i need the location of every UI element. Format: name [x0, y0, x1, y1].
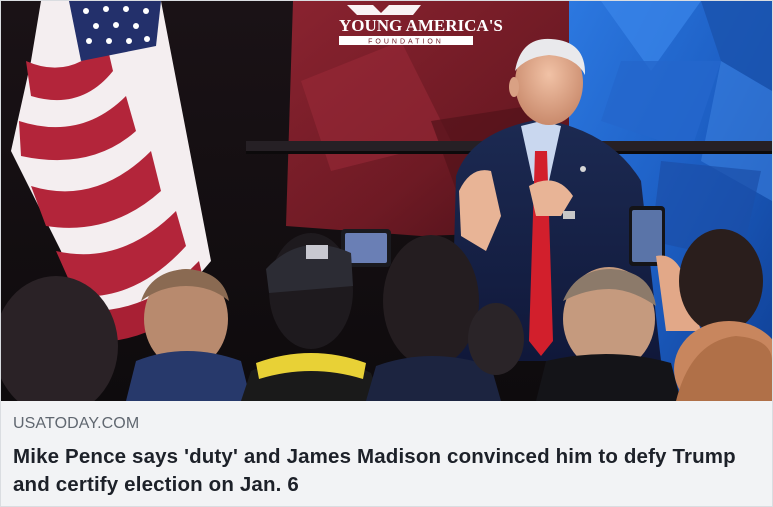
- article-headline[interactable]: Mike Pence says 'duty' and James Madison…: [13, 443, 760, 499]
- article-photo[interactable]: YOUNG AMERICA'S FOUNDATION: [1, 1, 772, 401]
- link-caption[interactable]: USATODAY.COM Mike Pence says 'duty' and …: [1, 401, 772, 506]
- link-preview-card[interactable]: YOUNG AMERICA'S FOUNDATION USATODAY.COM …: [0, 0, 773, 507]
- event-photo-illustration: YOUNG AMERICA'S FOUNDATION: [1, 1, 772, 401]
- source-domain: USATODAY.COM: [13, 415, 140, 432]
- banner-title: YOUNG AMERICA'S: [339, 16, 503, 35]
- banner-subtitle: FOUNDATION: [368, 39, 444, 46]
